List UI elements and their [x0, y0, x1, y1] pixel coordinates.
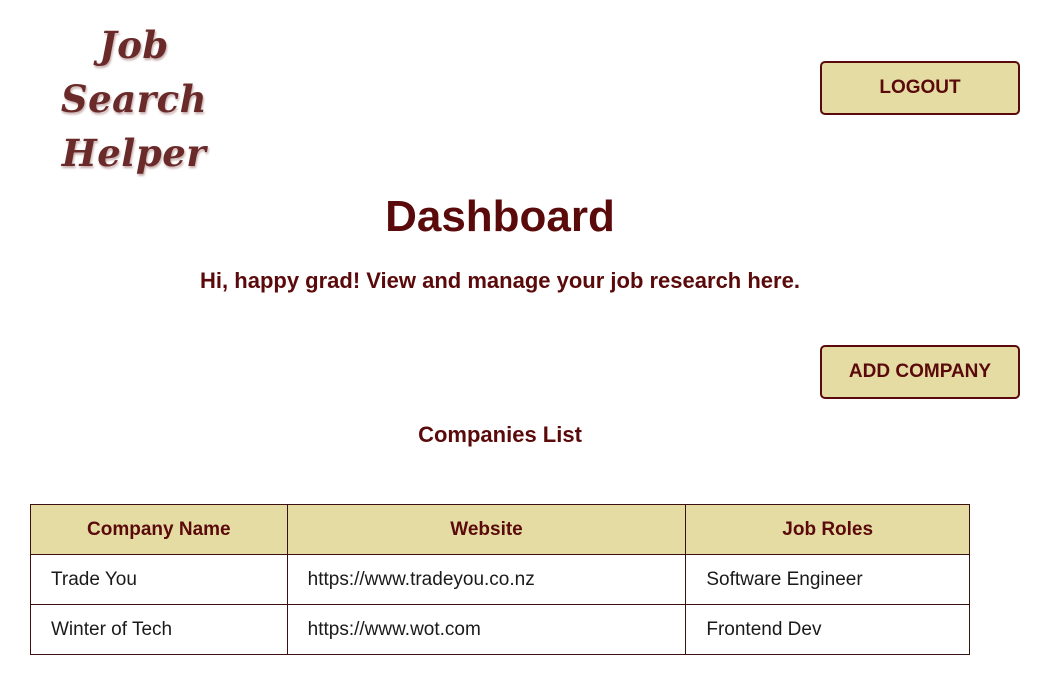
column-header-website: Website: [286, 504, 687, 555]
table-header-row: Company Name Website Job Roles: [30, 504, 970, 555]
logo-line-1: Job Search: [60, 23, 208, 121]
table-row[interactable]: Winter of Tech https://www.wot.com Front…: [30, 604, 970, 655]
company-name-cell: Winter of Tech: [30, 604, 288, 655]
website-cell: https://www.tradeyou.co.nz: [286, 554, 687, 605]
table-row[interactable]: Trade You https://www.tradeyou.co.nz Sof…: [30, 554, 970, 605]
logout-button[interactable]: LOGOUT: [820, 61, 1020, 115]
job-roles-cell: Software Engineer: [685, 554, 970, 605]
app-logo[interactable]: Job Search Helper: [22, 18, 246, 180]
company-name-cell: Trade You: [30, 554, 288, 605]
logo-line-2: Helper: [61, 131, 207, 175]
column-header-company-name: Company Name: [30, 504, 288, 555]
companies-table: Company Name Website Job Roles Trade You…: [30, 504, 970, 655]
page-title: Dashboard: [385, 192, 615, 241]
column-header-job-roles: Job Roles: [685, 504, 970, 555]
job-roles-cell: Frontend Dev: [685, 604, 970, 655]
companies-list-heading: Companies List: [418, 422, 582, 447]
add-company-button[interactable]: ADD COMPANY: [820, 345, 1020, 399]
page-subtitle: Hi, happy grad! View and manage your job…: [200, 268, 800, 293]
website-cell: https://www.wot.com: [286, 604, 687, 655]
